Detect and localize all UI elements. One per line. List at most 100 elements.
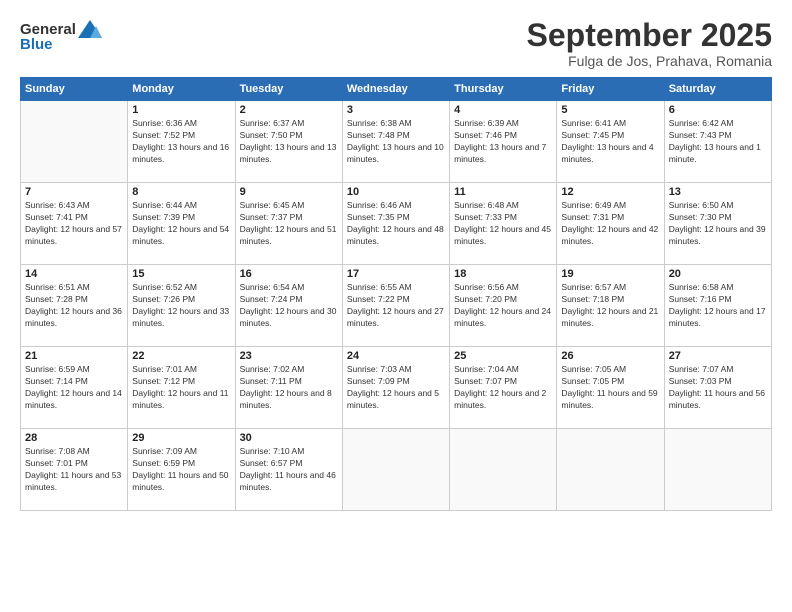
day-number: 8 xyxy=(132,186,230,198)
table-row: 30Sunrise: 7:10 AMSunset: 6:57 PMDayligh… xyxy=(235,429,342,511)
calendar-week-row: 1 Sunrise: 6:36 AMSunset: 7:52 PMDaylight… xyxy=(21,101,772,183)
table-row: 1 Sunrise: 6:36 AMSunset: 7:52 PMDaylight… xyxy=(128,101,235,183)
logo: General Blue xyxy=(20,18,104,53)
calendar-week-row: 7 Sunrise: 6:43 AMSunset: 7:41 PMDaylight… xyxy=(21,183,772,265)
day-info: Sunrise: 6:37 AMSunset: 7:50 PMDaylight:… xyxy=(240,118,338,166)
day-info: Sunrise: 7:03 AMSunset: 7:09 PMDaylight:… xyxy=(347,364,445,412)
table-row: 14 Sunrise: 6:51 AMSunset: 7:28 PMDayligh… xyxy=(21,265,128,347)
table-row: 12 Sunrise: 6:49 AMSunset: 7:31 PMDayligh… xyxy=(557,183,664,265)
day-number: 23 xyxy=(240,350,338,362)
col-thursday: Thursday xyxy=(450,78,557,101)
table-row: 2Sunrise: 6:37 AMSunset: 7:50 PMDaylight… xyxy=(235,101,342,183)
day-number: 29 xyxy=(132,432,230,444)
day-info: Sunrise: 6:48 AMSunset: 7:33 PMDaylight:… xyxy=(454,200,552,248)
table-row: 25Sunrise: 7:04 AMSunset: 7:07 PMDayligh… xyxy=(450,347,557,429)
day-number: 26 xyxy=(561,350,659,362)
day-info: Sunrise: 6:51 AMSunset: 7:28 PMDaylight:… xyxy=(25,282,123,330)
day-info: Sunrise: 7:02 AMSunset: 7:11 PMDaylight:… xyxy=(240,364,338,412)
month-title: September 2025 xyxy=(527,18,772,53)
col-wednesday: Wednesday xyxy=(342,78,449,101)
day-number: 16 xyxy=(240,268,338,280)
day-number: 9 xyxy=(240,186,338,198)
day-info: Sunrise: 7:08 AMSunset: 7:01 PMDaylight:… xyxy=(25,446,123,494)
day-number: 30 xyxy=(240,432,338,444)
day-info: Sunrise: 6:56 AMSunset: 7:20 PMDaylight:… xyxy=(454,282,552,330)
day-info: Sunrise: 6:36 AMSunset: 7:52 PMDaylight:… xyxy=(132,118,230,166)
table-row: 21 Sunrise: 6:59 AMSunset: 7:14 PMDayligh… xyxy=(21,347,128,429)
day-info: Sunrise: 6:39 AMSunset: 7:46 PMDaylight:… xyxy=(454,118,552,166)
table-row: 10Sunrise: 6:46 AMSunset: 7:35 PMDayligh… xyxy=(342,183,449,265)
day-number: 24 xyxy=(347,350,445,362)
day-info: Sunrise: 6:50 AMSunset: 7:30 PMDaylight:… xyxy=(669,200,767,248)
table-row: 11 Sunrise: 6:48 AMSunset: 7:33 PMDayligh… xyxy=(450,183,557,265)
day-info: Sunrise: 6:59 AMSunset: 7:14 PMDaylight:… xyxy=(25,364,123,412)
day-number: 1 xyxy=(132,104,230,116)
table-row xyxy=(342,429,449,511)
day-info: Sunrise: 6:52 AMSunset: 7:26 PMDaylight:… xyxy=(132,282,230,330)
day-number: 14 xyxy=(25,268,123,280)
day-info: Sunrise: 6:42 AMSunset: 7:43 PMDaylight:… xyxy=(669,118,767,166)
calendar-week-row: 28Sunrise: 7:08 AMSunset: 7:01 PMDayligh… xyxy=(21,429,772,511)
day-number: 3 xyxy=(347,104,445,116)
calendar-week-row: 21 Sunrise: 6:59 AMSunset: 7:14 PMDayligh… xyxy=(21,347,772,429)
day-info: Sunrise: 6:55 AMSunset: 7:22 PMDaylight:… xyxy=(347,282,445,330)
day-info: Sunrise: 6:57 AMSunset: 7:18 PMDaylight:… xyxy=(561,282,659,330)
table-row: 6 Sunrise: 6:42 AMSunset: 7:43 PMDaylight… xyxy=(664,101,771,183)
day-number: 21 xyxy=(25,350,123,362)
day-info: Sunrise: 6:38 AMSunset: 7:48 PMDaylight:… xyxy=(347,118,445,166)
day-info: Sunrise: 7:07 AMSunset: 7:03 PMDaylight:… xyxy=(669,364,767,412)
day-number: 12 xyxy=(561,186,659,198)
table-row: 3 Sunrise: 6:38 AMSunset: 7:48 PMDaylight… xyxy=(342,101,449,183)
table-row: 4Sunrise: 6:39 AMSunset: 7:46 PMDaylight… xyxy=(450,101,557,183)
table-row: 16 Sunrise: 6:54 AMSunset: 7:24 PMDayligh… xyxy=(235,265,342,347)
day-number: 25 xyxy=(454,350,552,362)
logo-general: General xyxy=(20,21,76,38)
day-info: Sunrise: 6:44 AMSunset: 7:39 PMDaylight:… xyxy=(132,200,230,248)
day-number: 10 xyxy=(347,186,445,198)
day-info: Sunrise: 6:49 AMSunset: 7:31 PMDaylight:… xyxy=(561,200,659,248)
calendar-header-row: Sunday Monday Tuesday Wednesday Thursday… xyxy=(21,78,772,101)
header: General Blue September 2025 Fulga de Jos… xyxy=(20,18,772,69)
col-saturday: Saturday xyxy=(664,78,771,101)
table-row: 8 Sunrise: 6:44 AMSunset: 7:39 PMDaylight… xyxy=(128,183,235,265)
day-number: 19 xyxy=(561,268,659,280)
day-info: Sunrise: 7:09 AMSunset: 6:59 PMDaylight:… xyxy=(132,446,230,494)
day-number: 15 xyxy=(132,268,230,280)
table-row: 17 Sunrise: 6:55 AMSunset: 7:22 PMDayligh… xyxy=(342,265,449,347)
day-number: 27 xyxy=(669,350,767,362)
logo-blue: Blue xyxy=(20,36,53,53)
table-row: 19 Sunrise: 6:57 AMSunset: 7:18 PMDayligh… xyxy=(557,265,664,347)
col-sunday: Sunday xyxy=(21,78,128,101)
calendar-table: Sunday Monday Tuesday Wednesday Thursday… xyxy=(20,77,772,511)
day-number: 11 xyxy=(454,186,552,198)
table-row: 27 Sunrise: 7:07 AMSunset: 7:03 PMDayligh… xyxy=(664,347,771,429)
day-info: Sunrise: 6:41 AMSunset: 7:45 PMDaylight:… xyxy=(561,118,659,166)
table-row: 5 Sunrise: 6:41 AMSunset: 7:45 PMDaylight… xyxy=(557,101,664,183)
table-row: 15 Sunrise: 6:52 AMSunset: 7:26 PMDayligh… xyxy=(128,265,235,347)
col-tuesday: Tuesday xyxy=(235,78,342,101)
day-info: Sunrise: 6:54 AMSunset: 7:24 PMDaylight:… xyxy=(240,282,338,330)
logo-icon xyxy=(76,18,104,40)
title-block: September 2025 Fulga de Jos, Prahava, Ro… xyxy=(527,18,772,69)
table-row: 22 Sunrise: 7:01 AMSunset: 7:12 PMDayligh… xyxy=(128,347,235,429)
day-number: 20 xyxy=(669,268,767,280)
day-info: Sunrise: 6:45 AMSunset: 7:37 PMDaylight:… xyxy=(240,200,338,248)
day-number: 22 xyxy=(132,350,230,362)
table-row: 29 Sunrise: 7:09 AMSunset: 6:59 PMDayligh… xyxy=(128,429,235,511)
col-monday: Monday xyxy=(128,78,235,101)
location-title: Fulga de Jos, Prahava, Romania xyxy=(527,53,772,69)
table-row xyxy=(21,101,128,183)
table-row xyxy=(557,429,664,511)
day-number: 5 xyxy=(561,104,659,116)
day-info: Sunrise: 6:43 AMSunset: 7:41 PMDaylight:… xyxy=(25,200,123,248)
col-friday: Friday xyxy=(557,78,664,101)
table-row: 13Sunrise: 6:50 AMSunset: 7:30 PMDayligh… xyxy=(664,183,771,265)
day-info: Sunrise: 7:01 AMSunset: 7:12 PMDaylight:… xyxy=(132,364,230,412)
day-number: 7 xyxy=(25,186,123,198)
table-row: 24 Sunrise: 7:03 AMSunset: 7:09 PMDayligh… xyxy=(342,347,449,429)
table-row: 20Sunrise: 6:58 AMSunset: 7:16 PMDayligh… xyxy=(664,265,771,347)
day-number: 17 xyxy=(347,268,445,280)
day-number: 6 xyxy=(669,104,767,116)
table-row: 7 Sunrise: 6:43 AMSunset: 7:41 PMDaylight… xyxy=(21,183,128,265)
table-row: 26Sunrise: 7:05 AMSunset: 7:05 PMDayligh… xyxy=(557,347,664,429)
